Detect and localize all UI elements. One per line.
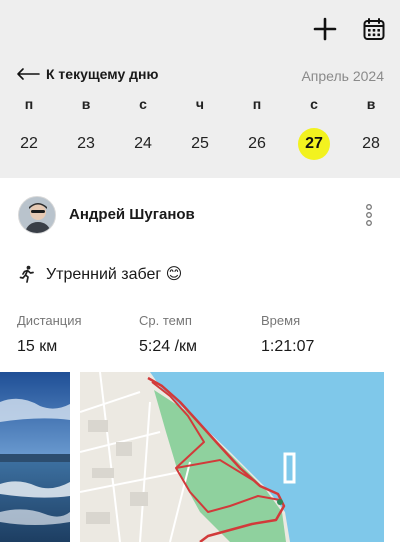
arrow-left-icon xyxy=(17,68,40,80)
stat-time: Время 1:21:07 xyxy=(261,313,314,356)
day-number-selected: 27 xyxy=(298,128,330,160)
weekday-label: в xyxy=(366,96,376,112)
more-vertical-icon xyxy=(366,204,372,226)
avatar[interactable] xyxy=(18,196,56,234)
plus-icon xyxy=(313,17,337,41)
weekday-label: с xyxy=(139,96,147,112)
day-number: 23 xyxy=(77,135,95,152)
date-navigation: К текущему дню Апрель 2024 xyxy=(16,66,384,86)
weekday-label: ч xyxy=(195,96,205,112)
add-activity-button[interactable] xyxy=(308,12,342,46)
calendar-icon xyxy=(363,18,385,40)
weekday-label: п xyxy=(252,96,262,112)
activity-stats: Дистанция 15 км Ср. темп 5:24 /км Время … xyxy=(17,313,387,363)
day-27-selected[interactable]: с 27 xyxy=(294,92,334,160)
stat-value: 15 км xyxy=(17,338,58,355)
stat-distance: Дистанция 15 км xyxy=(17,313,82,356)
back-to-today-link[interactable]: К текущему дню xyxy=(16,66,158,82)
weekday-label: п xyxy=(24,96,34,112)
day-24[interactable]: с 24 xyxy=(123,92,163,160)
stat-pace: Ср. темп 5:24 /км xyxy=(139,313,197,356)
back-to-today-label: К текущему дню xyxy=(46,66,159,82)
day-28[interactable]: в 28 xyxy=(351,92,391,160)
day-25[interactable]: ч 25 xyxy=(180,92,220,160)
day-number: 24 xyxy=(134,135,152,152)
day-22[interactable]: п 22 xyxy=(9,92,49,160)
stat-value: 5:24 /км xyxy=(139,338,198,355)
map-image xyxy=(80,372,384,542)
activity-card[interactable]: Андрей Шуганов Утренний забег 😊 Дистанци… xyxy=(0,178,400,542)
day-number: 26 xyxy=(248,135,266,152)
calendar-header: К текущему дню Апрель 2024 п 22 в 23 с 2… xyxy=(0,0,400,178)
running-person-icon xyxy=(19,265,34,283)
stat-label: Дистанция xyxy=(17,313,82,328)
stat-label: Время xyxy=(261,313,301,328)
day-number: 22 xyxy=(20,135,38,152)
route-map[interactable] xyxy=(80,372,384,542)
day-23[interactable]: в 23 xyxy=(66,92,106,160)
weekday-label: с xyxy=(310,96,318,112)
weekday-label: в xyxy=(81,96,91,112)
activity-title: Утренний забег 😊 xyxy=(46,266,183,283)
month-label: Апрель 2024 xyxy=(301,68,384,84)
user-avatar-image xyxy=(19,197,55,233)
week-strip: п 22 в 23 с 24 ч 25 п 26 с 27 в 28 xyxy=(0,92,400,172)
stat-value: 1:21:07 xyxy=(261,338,315,355)
more-options-button[interactable] xyxy=(358,202,380,228)
sea-photo-image xyxy=(0,372,70,542)
day-number: 28 xyxy=(362,135,380,152)
day-number: 25 xyxy=(191,135,209,152)
activity-photo[interactable] xyxy=(0,372,70,542)
activity-title-row[interactable]: Утренний забег 😊 xyxy=(18,264,182,284)
calendar-button[interactable] xyxy=(357,12,391,46)
stat-label: Ср. темп xyxy=(139,313,192,328)
user-name[interactable]: Андрей Шуганов xyxy=(69,206,195,223)
day-26[interactable]: п 26 xyxy=(237,92,277,160)
